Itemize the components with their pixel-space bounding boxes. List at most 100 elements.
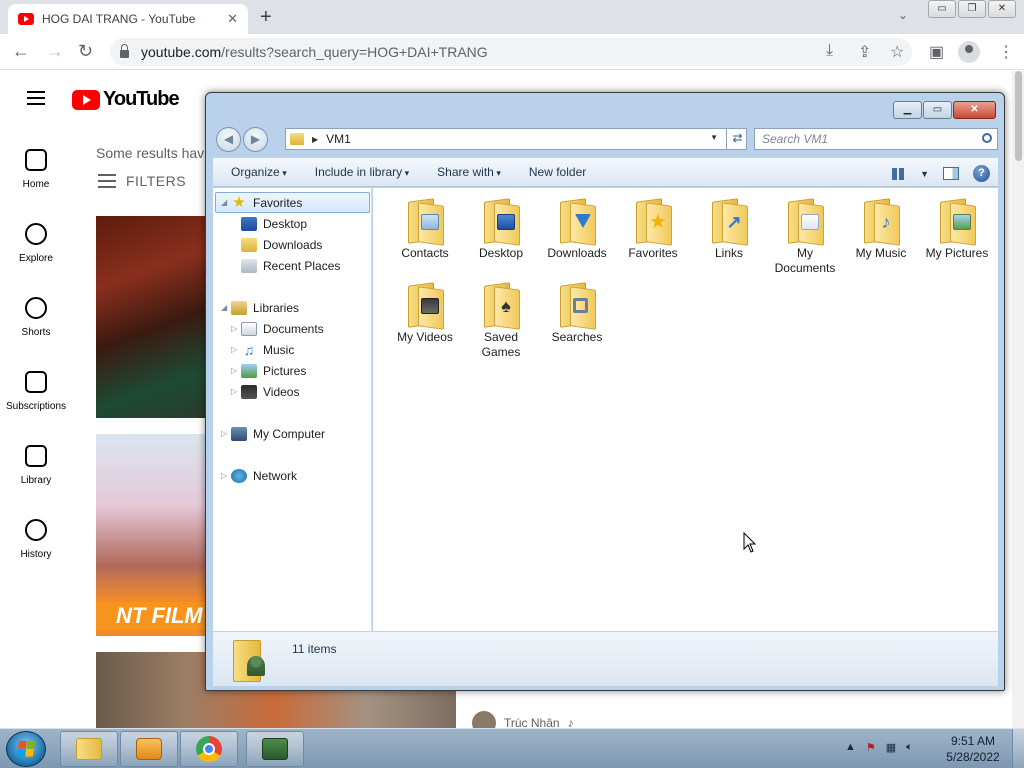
tab-close-icon[interactable]: ✕ xyxy=(227,11,238,27)
nav-item-documents[interactable]: ▷ Documents xyxy=(231,318,324,339)
folder-item[interactable]: ♪ My Music xyxy=(843,196,919,261)
expand-arrow-icon[interactable]: ▷ xyxy=(231,366,241,375)
expand-arrow-icon[interactable]: ▷ xyxy=(231,387,241,396)
collapse-arrow-icon[interactable]: ◢ xyxy=(221,303,231,312)
profile-avatar[interactable] xyxy=(958,41,980,63)
filters-button[interactable]: FILTERS xyxy=(98,173,186,189)
folder-item[interactable]: Desktop xyxy=(463,196,539,261)
nav-item-my-computer[interactable]: ▷ My Computer xyxy=(221,423,325,444)
explorer-refresh-icon[interactable]: ⇄ xyxy=(726,128,748,150)
expand-arrow-icon[interactable]: ▷ xyxy=(221,471,231,480)
nav-item-music[interactable]: ▷ ♫ Music xyxy=(231,339,294,360)
expand-arrow-icon[interactable]: ▷ xyxy=(221,429,231,438)
folder-item[interactable]: My Videos xyxy=(387,280,463,345)
bookmark-star-icon[interactable]: ☆ xyxy=(890,42,904,62)
preview-pane-icon[interactable] xyxy=(943,167,959,180)
browser-minimize-button[interactable]: ▭ xyxy=(928,0,956,18)
sidebar-item-home[interactable]: Home xyxy=(0,141,72,215)
back-arrow-icon[interactable]: ← xyxy=(12,41,30,62)
browser-restore-button[interactable]: ❐ xyxy=(958,0,986,18)
volume-icon[interactable]: 🔈︎ xyxy=(906,741,913,754)
folder-label: Searches xyxy=(551,330,603,344)
address-dropdown-icon[interactable]: ▼ xyxy=(710,133,718,142)
sidebar-item-explore[interactable]: Explore xyxy=(0,215,72,289)
sidebar-item-subscriptions[interactable]: Subscriptions xyxy=(0,363,72,437)
sidebar-item-shorts[interactable]: Shorts xyxy=(0,289,72,363)
searches-folder-icon xyxy=(558,280,596,326)
folder-item[interactable]: ♠ Saved Games xyxy=(463,280,539,360)
address-bar[interactable]: youtube.com/results?search_query=HOG+DAI… xyxy=(110,38,912,66)
tab-search-chevron-icon[interactable]: ⌄ xyxy=(898,8,908,22)
folder-item[interactable]: ↗ Links xyxy=(691,196,767,261)
change-view-icon[interactable] xyxy=(892,167,907,180)
scrollbar-thumb[interactable] xyxy=(1015,71,1022,161)
lock-icon xyxy=(120,43,129,58)
folder-label: Downloads xyxy=(547,246,607,260)
sidebar-item-history[interactable]: History xyxy=(0,511,72,585)
forward-arrow-icon[interactable]: → xyxy=(46,41,64,62)
action-center-flag-icon[interactable]: ⚑ xyxy=(866,741,876,754)
expand-arrow-icon[interactable]: ▷ xyxy=(231,324,241,333)
show-hidden-icons-icon[interactable]: ▲ xyxy=(845,741,856,754)
browser-menu-icon[interactable]: ⋮ xyxy=(998,42,1014,62)
taskbar-chrome-button[interactable] xyxy=(180,731,238,767)
folder-item[interactable]: My Documents xyxy=(767,196,843,276)
nav-item-recent-places[interactable]: Recent Places xyxy=(241,255,340,276)
explorer-close-button[interactable]: ✕ xyxy=(953,101,996,119)
sidebar-item-library[interactable]: Library xyxy=(0,437,72,511)
browser-tab[interactable]: HOG DAI TRANG - YouTube ✕ xyxy=(8,4,248,34)
nav-label: Desktop xyxy=(263,216,308,231)
share-icon[interactable]: ⇪ xyxy=(858,42,871,62)
explorer-forward-button[interactable]: ▶ xyxy=(243,127,268,152)
install-icon[interactable]: ⤓ xyxy=(826,42,833,60)
show-desktop-button[interactable] xyxy=(1012,729,1024,768)
video-thumbnail[interactable]: NT FILM xyxy=(96,434,208,636)
new-tab-button[interactable]: + xyxy=(260,6,272,29)
collapse-arrow-icon[interactable]: ◢ xyxy=(221,198,231,207)
nav-item-videos[interactable]: ▷ Videos xyxy=(231,381,299,402)
page-scrollbar[interactable] xyxy=(1012,71,1024,728)
music-icon: ♫ xyxy=(243,341,255,358)
system-clock[interactable]: 9:51 AM 5/28/2022 xyxy=(940,733,1006,765)
explorer-nav-buttons: ◀ ▶ xyxy=(216,127,268,152)
side-panel-icon[interactable]: ▣ xyxy=(929,42,944,62)
nav-item-favorites[interactable]: ◢ ★ Favorites xyxy=(221,192,302,213)
explorer-minimize-button[interactable]: ▁ xyxy=(893,101,922,119)
nav-item-libraries[interactable]: ◢ Libraries xyxy=(221,297,299,318)
include-in-library-menu[interactable]: Include in library xyxy=(315,165,409,179)
new-folder-button[interactable]: New folder xyxy=(529,165,586,179)
nav-item-pictures[interactable]: ▷ Pictures xyxy=(231,360,306,381)
explorer-back-button[interactable]: ◀ xyxy=(216,127,241,152)
network-tray-icon[interactable]: ▦ xyxy=(886,741,896,754)
folder-item[interactable]: ★ Favorites xyxy=(615,196,691,261)
sidebar-label: Home xyxy=(22,179,50,190)
taskbar-explorer-button[interactable] xyxy=(60,731,118,767)
help-icon[interactable]: ? xyxy=(973,165,990,182)
taskbar-media-player-button[interactable] xyxy=(120,731,178,767)
folder-item[interactable]: Searches xyxy=(539,280,615,345)
video-thumbnail[interactable] xyxy=(96,216,208,418)
reload-icon[interactable]: ↻ xyxy=(78,41,93,62)
share-with-menu[interactable]: Share with xyxy=(437,165,501,179)
folder-item[interactable]: Downloads xyxy=(539,196,615,261)
nav-label: Favorites xyxy=(253,195,303,210)
folder-item[interactable]: My Pictures xyxy=(919,196,995,261)
taskbar-vm-button[interactable] xyxy=(246,731,304,767)
videos-icon xyxy=(241,384,257,399)
start-button[interactable] xyxy=(6,731,46,767)
explorer-maximize-button[interactable]: ▭ xyxy=(923,101,952,119)
nav-item-desktop[interactable]: Desktop xyxy=(241,213,307,234)
view-dropdown-icon[interactable]: ▼ xyxy=(920,169,929,179)
hamburger-menu-icon[interactable] xyxy=(27,91,45,105)
nav-item-downloads[interactable]: Downloads xyxy=(241,234,322,255)
organize-menu[interactable]: Organize xyxy=(231,165,287,179)
explorer-search-input[interactable]: Search VM1 xyxy=(754,128,998,150)
expand-arrow-icon[interactable]: ▷ xyxy=(231,345,241,354)
explorer-address-bar[interactable]: ▶ VM1 ▼ xyxy=(285,128,747,150)
youtube-logo[interactable]: YouTube xyxy=(72,88,180,111)
network-icon xyxy=(231,468,247,483)
folder-item[interactable]: Contacts xyxy=(387,196,463,261)
nav-item-network[interactable]: ▷ Network xyxy=(221,465,297,486)
breadcrumb-arrow-icon[interactable]: ▶ xyxy=(312,135,318,144)
browser-close-button[interactable]: ✕ xyxy=(988,0,1016,18)
